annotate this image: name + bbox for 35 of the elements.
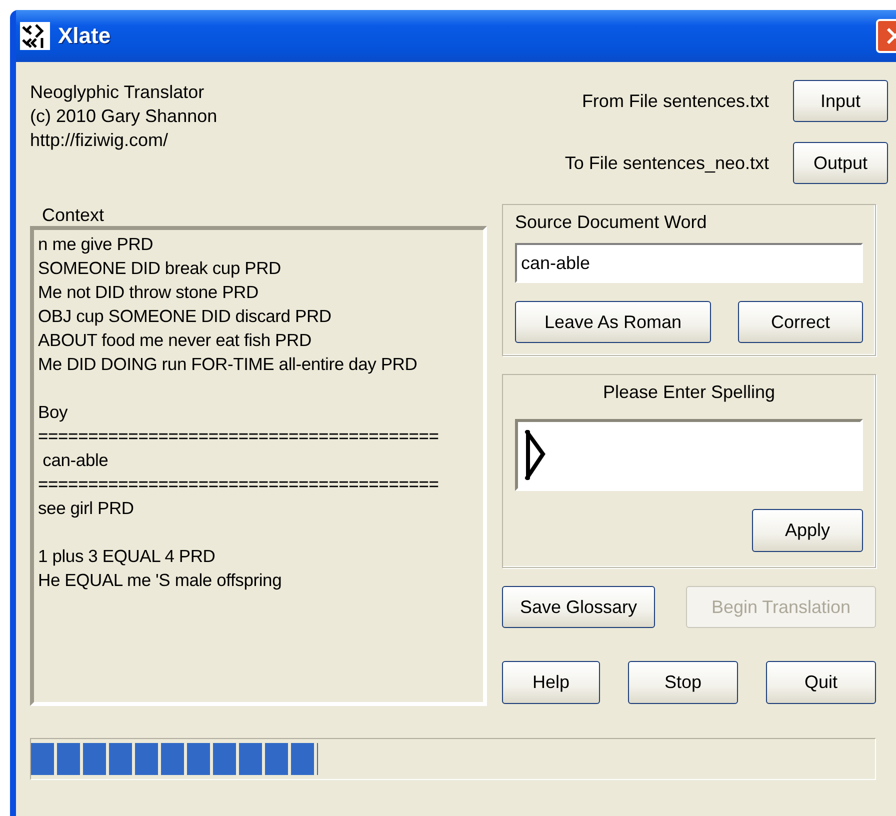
apply-button[interactable]: Apply bbox=[752, 509, 863, 552]
context-line: can-able bbox=[42, 449, 110, 472]
spelling-field[interactable] bbox=[515, 419, 863, 491]
control-button[interactable]: Quit bbox=[766, 661, 876, 704]
context-line: Me DID DOING run FOR-TIME all-entire day PRD bbox=[38, 353, 418, 376]
context-line: SOMEONE DID break cup PRD bbox=[38, 257, 282, 280]
group-title: Source Document Word bbox=[515, 211, 708, 234]
context-line: ======================================== bbox=[38, 425, 440, 448]
file-label: To File sentences_neo.txt bbox=[564, 152, 769, 174]
app-icon bbox=[20, 22, 50, 50]
about-text: (c) 2010 Gary Shannon bbox=[30, 105, 218, 128]
file-button[interactable]: Input bbox=[793, 80, 888, 122]
action-button[interactable]: Save Glossary bbox=[502, 586, 655, 628]
context-line: ======================================== bbox=[38, 473, 440, 496]
window-title: Xlate bbox=[58, 23, 111, 49]
glyph-icon bbox=[524, 428, 546, 482]
correct-button[interactable]: Correct bbox=[738, 301, 863, 343]
context-line: 1 plus 3 EQUAL 4 PRD bbox=[38, 545, 216, 568]
about-text: Neoglyphic Translator bbox=[30, 81, 206, 104]
context-label: Context bbox=[42, 204, 106, 226]
context-line: n me give PRD bbox=[38, 233, 154, 256]
file-label: From File sentences.txt bbox=[582, 90, 769, 112]
context-line: see girl PRD bbox=[38, 497, 135, 520]
leave-as-roman-button[interactable]: Leave As Roman bbox=[515, 301, 711, 343]
context-line: He EQUAL me 'S male offspring bbox=[38, 569, 283, 592]
about-text: http://fiziwig.com/ bbox=[30, 129, 170, 152]
group-title: Please Enter Spelling bbox=[602, 381, 776, 404]
source-word-field[interactable]: can-able bbox=[515, 243, 863, 283]
control-button[interactable]: Help bbox=[502, 661, 600, 704]
control-button[interactable]: Stop bbox=[628, 661, 738, 704]
context-line: OBJ cup SOMEONE DID discard PRD bbox=[38, 305, 332, 328]
file-button[interactable]: Output bbox=[793, 142, 888, 184]
context-line: Boy bbox=[38, 401, 69, 424]
context-line: ABOUT food me never eat fish PRD bbox=[38, 329, 312, 352]
context-line: Me not DID throw stone PRD bbox=[38, 281, 260, 304]
